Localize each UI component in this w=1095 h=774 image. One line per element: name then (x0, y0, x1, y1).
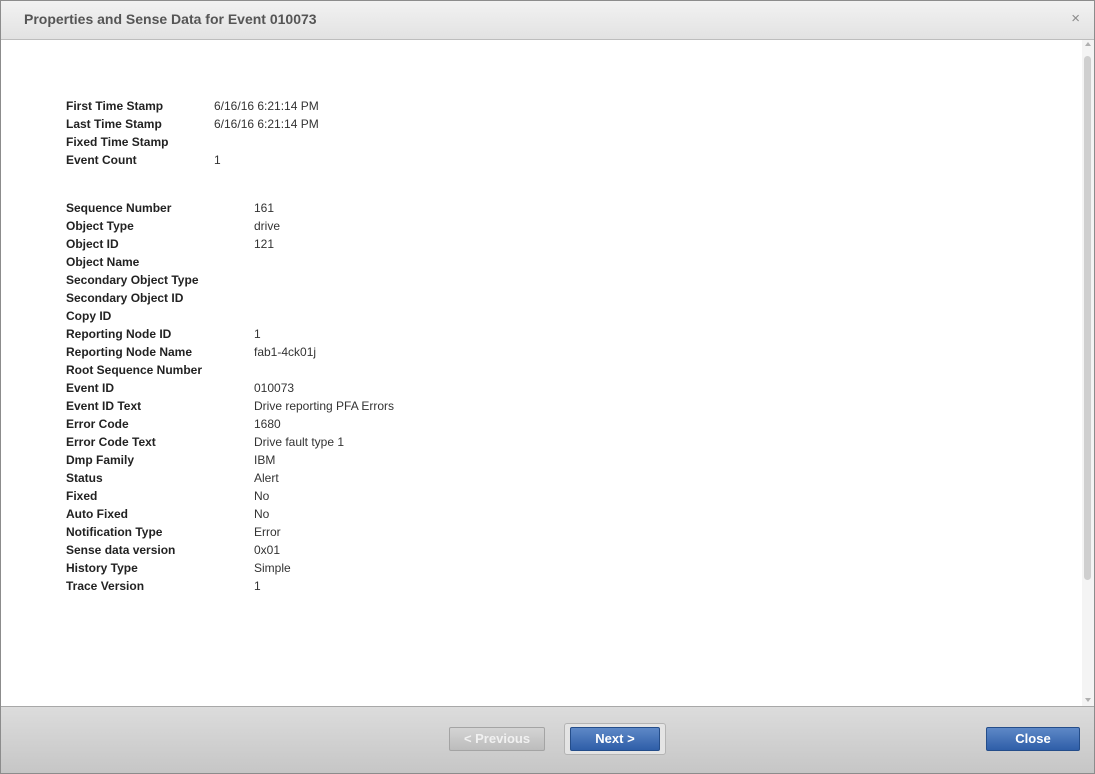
property-value: Alert (254, 471, 279, 485)
property-value: No (254, 507, 270, 521)
property-row: Sense data version 0x01 (66, 541, 394, 559)
property-value: fab1-4ck01j (254, 345, 317, 359)
property-label: Event ID (66, 381, 115, 395)
dialog-footer: < Previous Next > Close (1, 706, 1094, 773)
property-value: Simple (254, 561, 291, 575)
property-label: Fixed (66, 489, 98, 503)
property-row: Copy ID (66, 307, 394, 325)
property-label: Object Name (66, 255, 140, 269)
property-value: 121 (254, 237, 275, 251)
property-value: IBM (254, 453, 276, 467)
next-button[interactable]: Next > (570, 727, 660, 751)
property-row: Object Type drive (66, 217, 394, 235)
property-row: History Type Simple (66, 559, 394, 577)
vertical-scrollbar[interactable] (1082, 40, 1094, 706)
property-label: Secondary Object ID (66, 291, 184, 305)
close-button[interactable]: Close (986, 727, 1080, 751)
property-row: Object ID 121 (66, 235, 394, 253)
properties-section: Sequence Number 161 Object Type drive Obje… (66, 199, 394, 595)
property-label: Sequence Number (66, 201, 172, 215)
property-value: Drive reporting PFA Errors (254, 399, 395, 413)
property-row: First Time Stamp 6/16/16 6:21:14 PM (66, 97, 319, 115)
property-value: Drive fault type 1 (254, 435, 345, 449)
property-label: Error Code Text (66, 435, 156, 449)
property-row: Secondary Object ID (66, 289, 394, 307)
property-label: Sense data version (66, 543, 176, 557)
property-value: 6/16/16 6:21:14 PM (214, 117, 319, 131)
scroll-up-arrow-icon[interactable] (1085, 42, 1091, 46)
property-row: Event Count 1 (66, 151, 319, 169)
property-row: Dmp Family IBM (66, 451, 394, 469)
previous-button[interactable]: < Previous (449, 727, 545, 751)
property-row: Event ID 010073 (66, 379, 394, 397)
close-icon[interactable]: × (1071, 10, 1080, 28)
property-row: Notification Type Error (66, 523, 394, 541)
property-label: Root Sequence Number (66, 363, 203, 377)
property-label: Error Code (66, 417, 129, 431)
property-label: History Type (66, 561, 138, 575)
property-label: Object ID (66, 237, 119, 251)
property-row: Object Name (66, 253, 394, 271)
property-row: Trace Version 1 (66, 577, 394, 595)
property-label: Status (66, 471, 103, 485)
property-row: Error Code 1680 (66, 415, 394, 433)
property-value: Error (254, 525, 281, 539)
dialog-title: Properties and Sense Data for Event 0100… (24, 11, 317, 27)
event-properties-dialog: Properties and Sense Data for Event 0100… (0, 0, 1095, 774)
scroll-down-arrow-icon[interactable] (1085, 698, 1091, 702)
property-label: Auto Fixed (66, 507, 128, 521)
property-row: Secondary Object Type (66, 271, 394, 289)
property-value: No (254, 489, 270, 503)
property-value: 1 (214, 153, 221, 167)
property-label: Last Time Stamp (66, 117, 162, 131)
property-value: 1 (254, 327, 261, 341)
timestamp-section: First Time Stamp 6/16/16 6:21:14 PM Last … (66, 97, 319, 169)
property-row: Status Alert (66, 469, 394, 487)
property-label: First Time Stamp (66, 99, 164, 113)
property-row: Auto Fixed No (66, 505, 394, 523)
dialog-content: First Time Stamp 6/16/16 6:21:14 PM Last … (1, 40, 1082, 706)
property-label: Reporting Node Name (66, 345, 193, 359)
property-row: Root Sequence Number (66, 361, 394, 379)
property-row: Fixed Time Stamp (66, 133, 319, 151)
property-label: Event Count (66, 153, 137, 167)
property-row: Reporting Node ID 1 (66, 325, 394, 343)
property-label: Fixed Time Stamp (66, 135, 169, 149)
property-label: Trace Version (66, 579, 145, 593)
property-label: Event ID Text (66, 399, 142, 413)
property-value: 161 (254, 201, 275, 215)
property-row: Error Code Text Drive fault type 1 (66, 433, 394, 451)
property-label: Reporting Node ID (66, 327, 172, 341)
property-row: Fixed No (66, 487, 394, 505)
dialog-titlebar: Properties and Sense Data for Event 0100… (1, 1, 1094, 40)
next-button-focus-ring: Next > (564, 723, 666, 755)
scrollbar-thumb[interactable] (1084, 56, 1091, 580)
property-value: 1680 (254, 417, 281, 431)
property-label: Copy ID (66, 309, 112, 323)
property-value: drive (254, 219, 281, 233)
property-label: Dmp Family (66, 453, 135, 467)
property-row: Sequence Number 161 (66, 199, 394, 217)
property-label: Notification Type (66, 525, 163, 539)
property-value: 6/16/16 6:21:14 PM (214, 99, 319, 113)
property-value: 010073 (254, 381, 295, 395)
property-value: 1 (254, 579, 261, 593)
property-label: Secondary Object Type (66, 273, 199, 287)
property-value: 0x01 (254, 543, 281, 557)
property-label: Object Type (66, 219, 134, 233)
property-row: Event ID Text Drive reporting PFA Errors (66, 397, 394, 415)
property-row: Reporting Node Name fab1-4ck01j (66, 343, 394, 361)
property-row: Last Time Stamp 6/16/16 6:21:14 PM (66, 115, 319, 133)
